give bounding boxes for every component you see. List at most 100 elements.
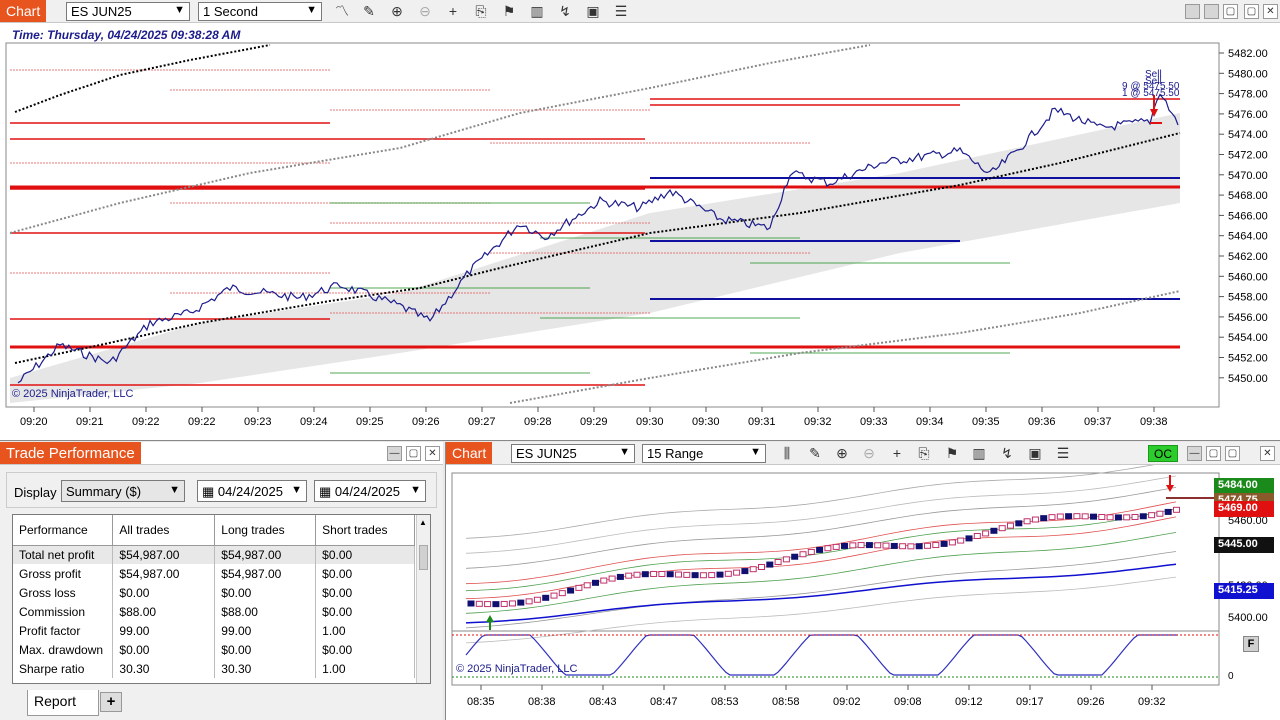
table-row[interactable]: Commission $88.00 $88.00 $0.00 — [13, 602, 415, 621]
column-header[interactable]: Performance — [13, 515, 114, 546]
minimize-button[interactable] — [1204, 4, 1219, 19]
column-header[interactable]: Long trades — [214, 515, 317, 546]
x-tick-label: 09:33 — [860, 416, 888, 428]
top-chart-window: Chart ES JUN25 ▼ 1 Second ▼ 〽 ✎ ⊕ ⊖ + ⎘ … — [0, 0, 1280, 441]
column-header[interactable]: Short trades — [315, 515, 415, 546]
table-cell: $0.00 — [315, 545, 415, 564]
strategies-icon[interactable]: ↯ — [556, 3, 574, 20]
bottom-price-chart[interactable]: 5480.005460.005430.005400.00 08:3508:380… — [446, 465, 1280, 720]
candle — [699, 572, 707, 579]
y-tick-label: 5472.00 — [1228, 150, 1268, 162]
indicators-icon[interactable]: ▥ — [528, 3, 546, 20]
crosshair-icon[interactable]: + — [888, 445, 906, 462]
table-cell: $0.00 — [315, 564, 415, 583]
maximize-button[interactable]: ▢ — [1223, 4, 1238, 19]
maximize-button[interactable]: ▢ — [1206, 446, 1221, 461]
x-tick-label: 09:25 — [356, 416, 384, 428]
display-selector[interactable]: Summary ($) ▼ — [61, 480, 185, 502]
column-header[interactable]: All trades — [112, 515, 216, 546]
calendar-icon: ▦ — [202, 484, 215, 499]
table-cell: $0.00 — [315, 640, 415, 659]
candle — [1007, 522, 1014, 529]
y-tick-label: 5480.00 — [1228, 68, 1268, 80]
zoom-out-icon[interactable]: ⊖ — [416, 3, 434, 20]
instrument-selector[interactable]: ES JUN25 ▼ — [511, 444, 635, 463]
indicators-icon[interactable]: ▥ — [970, 445, 988, 462]
data-box-icon[interactable]: ⎘ — [472, 3, 490, 20]
restore-button[interactable]: ▢ — [1225, 446, 1240, 461]
drawing-tool-pencil-icon[interactable]: ✎ — [806, 445, 824, 462]
date-from-value: 04/24/2025 — [217, 484, 283, 499]
table-row[interactable]: Profit factor 99.00 99.00 1.00 — [13, 621, 415, 640]
bottom-chart-toolbar: Chart ES JUN25 ▼ 15 Range ▼ ⫼ ✎ ⊕ ⊖ + ⎘ … — [446, 442, 1280, 465]
scroll-up-icon[interactable]: ▲ — [419, 518, 427, 527]
candle — [998, 525, 1006, 532]
y-tick-label: 5456.00 — [1228, 312, 1268, 324]
data-box-icon[interactable]: ⎘ — [915, 445, 933, 462]
table-row[interactable]: Gross loss $0.00 $0.00 $0.00 — [13, 583, 415, 602]
performance-tab[interactable]: Trade Performance — [0, 442, 141, 464]
properties-icon[interactable]: ⚑ — [500, 3, 518, 20]
strategies-icon[interactable]: ↯ — [998, 445, 1016, 462]
x-tick-label: 09:35 — [972, 416, 1000, 428]
candle — [865, 542, 873, 549]
x-tick-label: 08:35 — [467, 696, 495, 708]
maximize-button[interactable]: ▢ — [406, 446, 421, 461]
close-button[interactable]: ✕ — [1263, 4, 1278, 19]
templates-icon[interactable]: ▣ — [584, 3, 602, 20]
x-tick-label: 08:43 — [589, 696, 617, 708]
minimize-button[interactable]: — — [1187, 446, 1202, 461]
menu-list-icon[interactable]: ☰ — [1054, 445, 1072, 462]
menu-list-icon[interactable]: ☰ — [612, 3, 630, 20]
bar-type-icon[interactable]: ⫼ — [778, 445, 796, 462]
restore-button[interactable]: ▢ — [1244, 4, 1259, 19]
candle — [666, 571, 674, 578]
instrument-selector[interactable]: ES JUN25 ▼ — [66, 2, 190, 21]
close-button[interactable]: ✕ — [1260, 446, 1275, 461]
date-to-picker[interactable]: ▦ 04/24/2025 ▼ — [314, 480, 426, 502]
properties-icon[interactable]: ⚑ — [943, 445, 961, 462]
interval-selector[interactable]: 1 Second ▼ — [198, 2, 322, 21]
y-tick-label: 5478.00 — [1228, 89, 1268, 101]
drawing-tool-pencil-icon[interactable]: ✎ — [360, 3, 378, 20]
price-tag-green: 5484.00 — [1214, 478, 1274, 494]
zoom-out-icon[interactable]: ⊖ — [860, 445, 878, 462]
table-scrollbar[interactable]: ▲ — [416, 515, 430, 683]
table-row[interactable]: Max. drawdown $0.00 $0.00 $0.00 — [13, 640, 415, 659]
table-row[interactable]: Total net profit $54,987.00 $54,987.00 $0.0… — [13, 545, 415, 564]
candle — [782, 556, 790, 563]
table-cell: 99.00 — [112, 621, 216, 640]
report-tab[interactable]: Report — [27, 690, 99, 716]
table-row[interactable]: Sharpe ratio 30.30 30.30 1.00 — [13, 659, 415, 678]
top-chart-tab[interactable]: Chart — [0, 0, 47, 22]
x-tick-label: 09:22 — [188, 416, 216, 428]
order-control-button[interactable]: OC — [1148, 445, 1178, 462]
bottom-chart-tab[interactable]: Chart — [446, 442, 493, 464]
candle — [592, 579, 599, 586]
x-tick-label: 09:32 — [1138, 696, 1166, 708]
candle — [1073, 513, 1081, 520]
y-tick-label: 5464.00 — [1228, 231, 1268, 243]
date-to-value: 04/24/2025 — [334, 484, 400, 499]
scrollbar-thumb[interactable] — [419, 545, 428, 570]
indicator-panel-button[interactable]: F — [1243, 636, 1259, 652]
candle — [1173, 506, 1180, 513]
templates-icon[interactable]: ▣ — [1026, 445, 1044, 462]
minimize-button[interactable]: — — [387, 446, 402, 461]
table-cell: $88.00 — [112, 602, 216, 621]
bar-type-icon[interactable]: 〽 — [333, 3, 351, 20]
top-price-chart[interactable]: Sell Sell 9 @ 5475.50 1 @ 5475.50 5482.0… — [0, 23, 1280, 438]
zoom-in-icon[interactable]: ⊕ — [388, 3, 406, 20]
candle — [907, 543, 915, 550]
date-from-picker[interactable]: ▦ 04/24/2025 ▼ — [197, 480, 307, 502]
zoom-in-icon[interactable]: ⊕ — [833, 445, 851, 462]
add-tab-button[interactable]: + — [100, 692, 122, 712]
table-cell: 30.30 — [112, 659, 216, 678]
crosshair-icon[interactable]: + — [444, 3, 462, 20]
close-button[interactable]: ✕ — [425, 446, 440, 461]
performance-toolbar: Trade Performance — ▢ ✕ — [0, 442, 443, 465]
table-row[interactable]: Gross profit $54,987.00 $54,987.00 $0.00 — [13, 564, 415, 583]
link-button[interactable] — [1185, 4, 1200, 19]
candle — [882, 542, 890, 549]
interval-selector[interactable]: 15 Range ▼ — [642, 444, 766, 463]
